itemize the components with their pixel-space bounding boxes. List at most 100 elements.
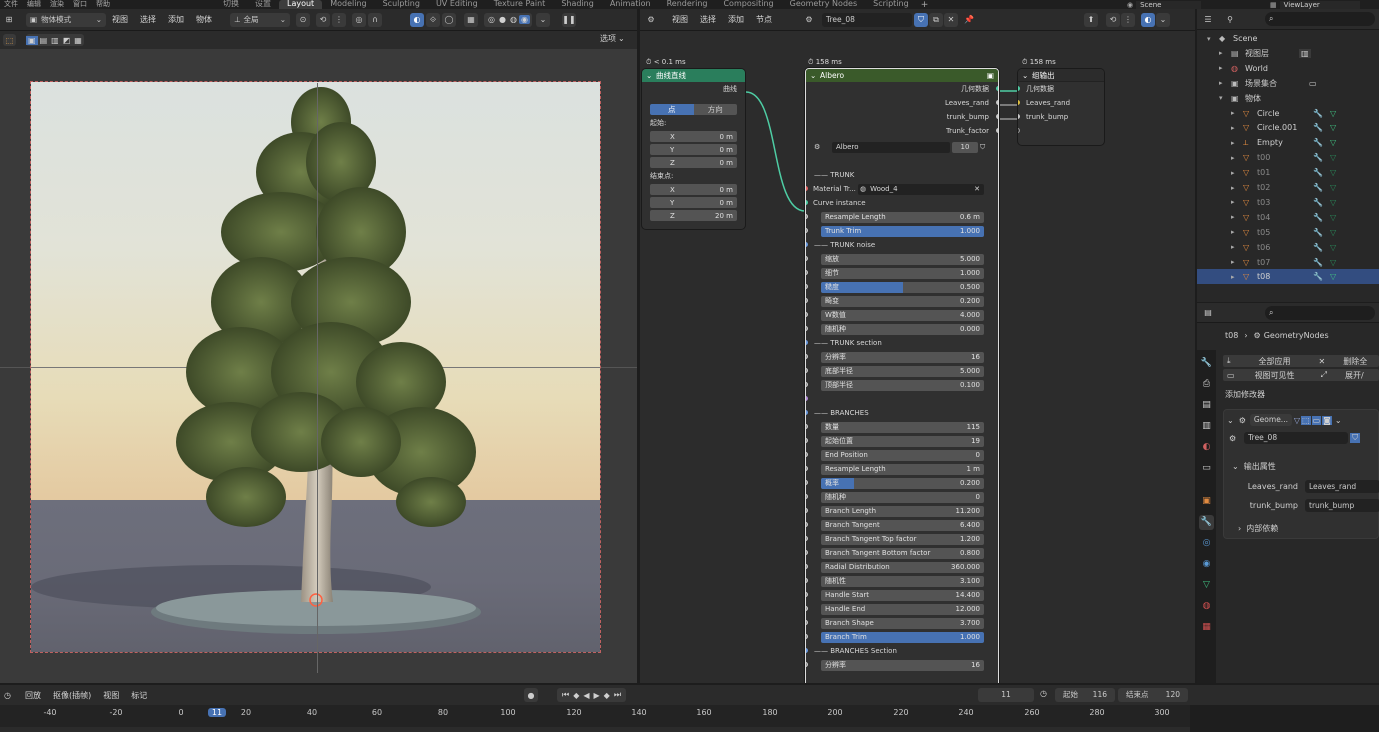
modifier-icon[interactable]: 🔧 — [1313, 183, 1323, 192]
options-dropdown[interactable]: 选项 ⌄ — [600, 33, 625, 44]
view-layer-selector[interactable]: ▦ ViewLayer — [1270, 0, 1360, 9]
input-socket[interactable] — [806, 452, 808, 457]
wireframe-shading-icon[interactable]: ◎ — [486, 15, 497, 24]
output-socket[interactable] — [996, 100, 998, 105]
select-invert-icon[interactable]: ◩ — [61, 36, 73, 45]
select-intersect-icon[interactable]: ▦ — [72, 36, 84, 45]
group-users-count[interactable]: 10 — [952, 141, 978, 153]
expand-arrow-icon[interactable]: ▸ — [1219, 49, 1223, 57]
input-socket[interactable] — [806, 326, 808, 331]
top-menu-item[interactable]: 编辑 — [27, 1, 41, 8]
properties-search-input[interactable]: ⌕ — [1265, 306, 1375, 320]
mesh-data-icon[interactable]: ▽ — [1330, 243, 1336, 252]
snap-target-icon[interactable]: ⋮ — [332, 12, 346, 27]
modifier-icon[interactable]: 🔧 — [1313, 138, 1323, 147]
workspace-tab[interactable]: Compositing — [715, 0, 781, 9]
parameter-field[interactable]: 随机种 0 — [821, 491, 984, 503]
modifier-icon[interactable]: 🔧 — [1313, 258, 1323, 267]
expand-arrow-icon[interactable]: ▾ — [1207, 35, 1211, 43]
current-frame-field[interactable]: 11 — [978, 688, 1034, 702]
outliner-item[interactable]: ▸ ▽ t08 🔧 ▽ — [1197, 269, 1379, 285]
output-socket[interactable] — [996, 114, 998, 119]
parameter-field[interactable]: Handle Start 14.400 — [821, 589, 984, 601]
parameter-field[interactable]: 随机性 3.100 — [821, 575, 984, 587]
mesh-data-icon[interactable]: ▽ — [1330, 228, 1336, 237]
group-output-node[interactable]: ⌄ 组输出 几何数据 Leaves_rand trunk_bump — [1018, 69, 1104, 145]
expand-arrow-icon[interactable]: ▸ — [1231, 228, 1235, 236]
attribute-field[interactable]: trunk_bump — [1305, 499, 1379, 512]
workspace-tab[interactable]: Animation — [602, 0, 659, 9]
input-socket[interactable] — [806, 508, 808, 513]
top-menu-item[interactable]: 文件 — [4, 1, 18, 8]
outliner-item[interactable]: ▸ ▤ 视图层 ▥ — [1197, 46, 1379, 61]
empty-socket[interactable] — [1018, 128, 1020, 133]
expand-arrow-icon[interactable]: ▸ — [1231, 258, 1235, 266]
texture-tab-icon[interactable]: ▦ — [1199, 620, 1214, 635]
parameter-field[interactable]: Trunk Trim 1.000 — [821, 225, 984, 237]
current-frame-indicator[interactable]: 11 — [208, 708, 226, 717]
parameter-field[interactable]: 分辨率 16 — [821, 659, 984, 671]
record-icon[interactable]: ● — [524, 688, 538, 702]
input-socket[interactable] — [806, 438, 808, 443]
scene-tab-icon[interactable]: ◐ — [1199, 440, 1214, 455]
editor-type-icon[interactable]: ⊞ — [2, 13, 16, 27]
output-socket[interactable] — [996, 86, 998, 91]
material-shading-icon[interactable]: ◍ — [508, 15, 519, 24]
vector-field[interactable]: X 0 m — [650, 131, 737, 142]
parameter-field[interactable]: Branch Trim 1.000 — [821, 631, 984, 643]
input-socket[interactable] — [806, 228, 808, 233]
node-menu-node[interactable]: 节点 — [756, 14, 772, 25]
input-socket[interactable] — [806, 564, 808, 569]
expand-arrow-icon[interactable]: ▸ — [1231, 213, 1235, 221]
group-name-field[interactable]: Albero — [832, 141, 950, 153]
parameter-field[interactable]: 底部半径 5.000 — [821, 365, 984, 377]
parameter-field[interactable]: 概率 0.200 — [821, 477, 984, 489]
timeline-ruler[interactable]: -40 -20 0 11 20 40 60 80 100 120 140 160 180 200 220 24… — [0, 705, 1190, 727]
workspace-tab[interactable]: Scripting — [865, 0, 917, 9]
vector-field[interactable]: Z 20 m — [650, 210, 737, 221]
parameter-field[interactable]: Branch Shape 3.700 — [821, 617, 984, 629]
delete-all-button[interactable]: 删除全 — [1343, 356, 1367, 367]
node-menu-view[interactable]: 视图 — [672, 14, 688, 25]
mesh-data-icon[interactable]: ▽ — [1330, 213, 1336, 222]
input-socket[interactable] — [806, 284, 808, 289]
3d-viewport[interactable] — [0, 31, 637, 683]
parameter-field[interactable]: 数量 115 — [821, 421, 984, 433]
viewport-menu-add[interactable]: 添加 — [168, 14, 184, 25]
expand-arrow-icon[interactable]: ▸ — [1231, 243, 1235, 251]
snap-target-icon[interactable]: ⋮ — [1121, 12, 1135, 27]
expand-arrow-icon[interactable]: ▸ — [1231, 124, 1235, 132]
prev-keyframe-icon[interactable]: ◆ — [571, 691, 581, 700]
output-node-header[interactable]: ⌄ 组输出 — [1018, 69, 1104, 82]
outliner-item[interactable]: ▸ ◍ World — [1197, 61, 1379, 76]
parameter-field[interactable]: 畸变 0.200 — [821, 295, 984, 307]
mode-dropdown[interactable]: ▣ 物体模式 ⌄ — [26, 12, 106, 27]
viewport-menu-select[interactable]: 选择 — [140, 14, 156, 25]
modifier-tab-icon[interactable]: 🔧 — [1199, 515, 1214, 530]
expand-arrow-icon[interactable]: ▸ — [1231, 109, 1235, 117]
input-socket[interactable] — [806, 312, 808, 317]
input-socket[interactable] — [806, 214, 808, 219]
proportional-edit-icon[interactable]: ◎ — [352, 12, 366, 27]
outliner-item[interactable]: ▸ ▽ Circle 🔧 ▽ — [1197, 106, 1379, 121]
chevron-down-icon[interactable]: ⌄ — [1227, 416, 1234, 425]
input-socket[interactable] — [806, 522, 808, 527]
viewport-visibility-icon[interactable]: ◐ — [410, 12, 424, 27]
outliner-item[interactable]: ▸ ▽ Circle.001 🔧 ▽ — [1197, 120, 1379, 135]
input-socket[interactable] — [1018, 86, 1020, 91]
add-workspace-button[interactable]: + — [921, 0, 929, 9]
input-socket[interactable] — [806, 256, 808, 261]
top-menu-item[interactable]: 帮助 — [96, 1, 110, 8]
viewport-menu-view[interactable]: 视图 — [112, 14, 128, 25]
overlay-options-icon[interactable]: ⌄ — [1156, 12, 1170, 27]
modifier-icon[interactable]: 🔧 — [1313, 109, 1323, 118]
outliner-item[interactable]: ▸ ▽ t05 🔧 ▽ — [1197, 225, 1379, 240]
viewport-menu-object[interactable]: 物体 — [196, 14, 212, 25]
expand-arrow-icon[interactable]: ▸ — [1231, 273, 1235, 281]
rendered-shading-icon[interactable]: ◉ — [518, 15, 530, 24]
node-menu-add[interactable]: 添加 — [728, 14, 744, 25]
menu-view[interactable]: 视图 — [103, 690, 119, 701]
parameter-field[interactable]: Branch Tangent Top factor 1.200 — [821, 533, 984, 545]
next-keyframe-icon[interactable]: ◆ — [602, 691, 612, 700]
menu-marker[interactable]: 标记 — [131, 690, 147, 701]
